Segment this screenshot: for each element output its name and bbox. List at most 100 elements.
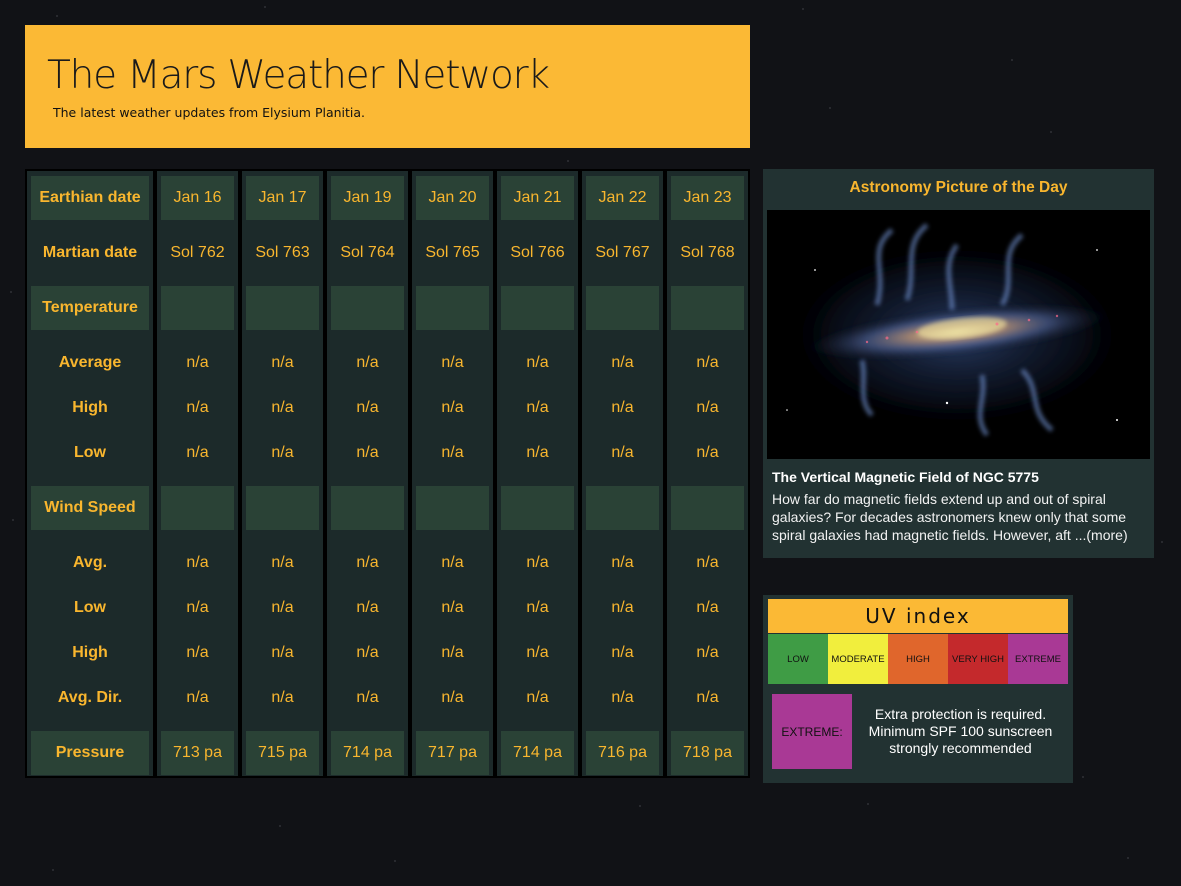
cell-earth-date: Jan 21 [501,176,574,220]
apod-section-title: Astronomy Picture of the Day [849,179,1068,196]
uv-level-high: HIGH [888,634,948,684]
cell-section-spacer [246,486,319,530]
cell-section-spacer [246,286,319,330]
cell-wind-dir: n/a [526,689,549,706]
cell-earth-date: Jan 23 [671,176,744,220]
cell-temp-high: n/a [356,399,379,416]
cell-temp-high: n/a [611,399,634,416]
day-column: Jan 21 Sol 766 n/a n/a n/a n/a n/a n/a n/a 714 pa [497,171,578,776]
cell-temp-high: n/a [186,399,209,416]
cell-temp-avg: n/a [696,354,719,371]
cell-wind-high: n/a [526,644,549,661]
cell-temp-avg: n/a [441,354,464,371]
uv-level-moderate: MODERATE [828,634,888,684]
cell-temp-low: n/a [611,444,634,461]
row-label-wind-dir: Avg. Dir. [57,689,123,706]
cell-temp-high: n/a [696,399,719,416]
cell-pressure: 718 pa [671,731,744,775]
cell-wind-avg: n/a [271,554,294,571]
cell-wind-dir: n/a [356,689,379,706]
cell-wind-low: n/a [271,599,294,616]
cell-earth-date: Jan 20 [416,176,489,220]
apod-explanation-text: How far do magnetic fields extend up and… [772,491,1127,543]
apod-image[interactable] [767,210,1150,459]
cell-wind-dir: n/a [696,689,719,706]
cell-pressure: 714 pa [501,731,574,775]
cell-wind-avg: n/a [526,554,549,571]
cell-temp-low: n/a [526,444,549,461]
cell-section-spacer [586,486,659,530]
cell-wind-high: n/a [696,644,719,661]
cell-pressure: 717 pa [416,731,489,775]
cell-wind-avg: n/a [611,554,634,571]
cell-section-spacer [161,286,234,330]
cell-temp-high: n/a [441,399,464,416]
cell-section-spacer [331,486,404,530]
cell-sol: Sol 762 [170,244,225,261]
apod-panel: Astronomy Picture of the Day The Vertica… [763,169,1154,558]
cell-wind-high: n/a [271,644,294,661]
cell-section-spacer [671,286,744,330]
cell-temp-avg: n/a [186,354,209,371]
cell-wind-avg: n/a [441,554,464,571]
site-header: The Mars Weather Network The latest weat… [25,25,750,148]
cell-wind-avg: n/a [696,554,719,571]
cell-earth-date: Jan 19 [331,176,404,220]
cell-sol: Sol 766 [510,244,565,261]
cell-sol: Sol 763 [255,244,310,261]
cell-temp-low: n/a [186,444,209,461]
cell-temp-low: n/a [356,444,379,461]
uv-level-very-high: VERY HIGH [948,634,1008,684]
cell-wind-low: n/a [441,599,464,616]
uv-description: Extra protection is required. Minimum SP… [868,706,1053,756]
cell-temp-avg: n/a [356,354,379,371]
cell-wind-avg: n/a [186,554,209,571]
uv-current-level: EXTREME: [772,694,852,769]
apod-explanation: How far do magnetic fields extend up and… [772,490,1144,544]
cell-temp-avg: n/a [271,354,294,371]
uv-level-extreme: EXTREME [1008,634,1068,684]
cell-temp-low: n/a [441,444,464,461]
row-label-pressure: Pressure [31,731,149,775]
cell-temp-high: n/a [271,399,294,416]
cell-section-spacer [416,286,489,330]
cell-pressure: 714 pa [331,731,404,775]
row-label-wind-avg: Avg. [72,554,108,571]
row-label-martian-date: Martian date [42,244,138,261]
day-column: Jan 23 Sol 768 n/a n/a n/a n/a n/a n/a n/a 718 pa [667,171,748,776]
cell-wind-low: n/a [611,599,634,616]
label-column: Earthian date Martian date Temperature Aver… [27,171,153,776]
day-column: Jan 19 Sol 764 n/a n/a n/a n/a n/a n/a n/a 714 pa [327,171,408,776]
cell-section-spacer [331,286,404,330]
uv-level-low: LOW [768,634,828,684]
cell-wind-high: n/a [356,644,379,661]
cell-section-spacer [161,486,234,530]
cell-temp-high: n/a [526,399,549,416]
cell-temp-low: n/a [696,444,719,461]
day-column: Jan 16 Sol 762 n/a n/a n/a n/a n/a n/a n/a 713 pa [157,171,238,776]
row-label-wind-high: High [72,644,108,661]
apod-image-title: The Vertical Magnetic Field of NGC 5775 [772,469,1039,485]
day-column: Jan 17 Sol 763 n/a n/a n/a n/a n/a n/a n/a 715 pa [242,171,323,776]
row-label-temp-low: Low [74,444,106,461]
day-column: Jan 22 Sol 767 n/a n/a n/a n/a n/a n/a n/a 716 pa [582,171,663,776]
more-link[interactable]: (more) [1086,527,1127,543]
uv-scale: LOW MODERATE HIGH VERY HIGH EXTREME [768,634,1068,684]
cell-earth-date: Jan 22 [586,176,659,220]
galaxy-image [767,210,1150,459]
cell-earth-date: Jan 17 [246,176,319,220]
row-label-temperature: Temperature [31,286,149,330]
cell-temp-avg: n/a [611,354,634,371]
weather-table: Earthian date Martian date Temperature Aver… [25,169,750,778]
cell-wind-avg: n/a [356,554,379,571]
row-label-temp-high: High [72,399,108,416]
cell-section-spacer [501,286,574,330]
cell-wind-high: n/a [186,644,209,661]
cell-wind-dir: n/a [186,689,209,706]
cell-pressure: 716 pa [586,731,659,775]
cell-wind-low: n/a [696,599,719,616]
cell-wind-dir: n/a [271,689,294,706]
cell-temp-low: n/a [271,444,294,461]
cell-temp-avg: n/a [526,354,549,371]
cell-wind-low: n/a [186,599,209,616]
